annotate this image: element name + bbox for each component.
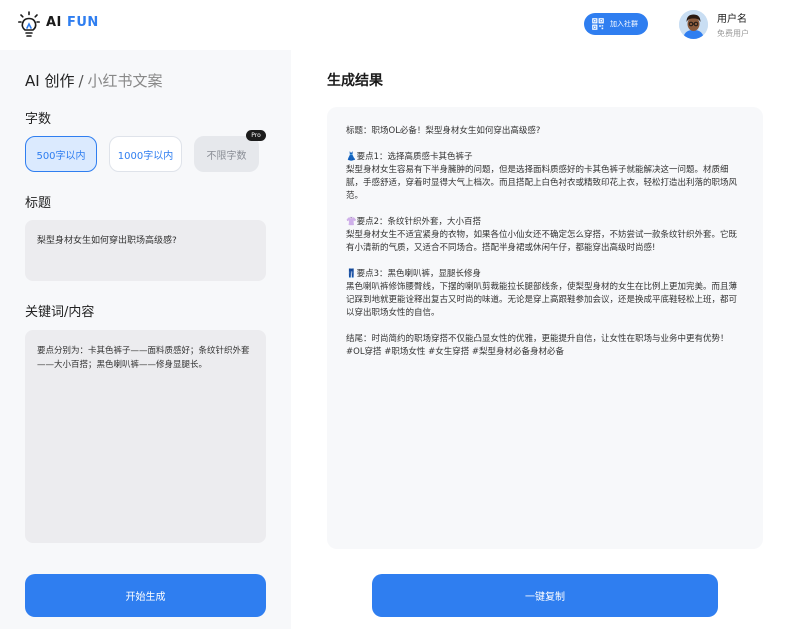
title-label: 标题 bbox=[25, 196, 52, 211]
word-count-500-option[interactable]: 500字以内 bbox=[25, 136, 97, 172]
breadcrumb-current: 小红书文案 bbox=[87, 72, 163, 90]
brand-logo[interactable]: AI FUN bbox=[46, 15, 99, 30]
result-paragraph: 结尾：时尚简约的职场穿搭不仅能凸显女性的优雅，更能提升自信，让女性在职场与业务中… bbox=[346, 334, 729, 357]
word-count-1000-option[interactable]: 1000字以内 bbox=[109, 136, 182, 172]
top-header: AI FUN 加入社群 用户名 免费用户 bbox=[0, 0, 801, 50]
result-heading: 生成结果 bbox=[327, 73, 383, 89]
result-content: 标题：职场OL必备！梨型身材女生如何穿出高级感? 👗要点1：选择高质感卡其色裤子… bbox=[327, 107, 763, 549]
user-avatar[interactable] bbox=[679, 10, 708, 39]
pro-badge: Pro bbox=[246, 130, 266, 141]
result-paragraph: 标题：职场OL必备！梨型身材女生如何穿出高级感? bbox=[346, 126, 541, 136]
result-paragraph: 👖要点3：黑色喇叭裤，显腿长修身 黑色喇叭裤修饰腰臀线，下摆的喇叭剪裁能拉长腿部… bbox=[346, 269, 738, 318]
avatar-illustration-icon bbox=[679, 10, 708, 39]
result-paragraph: 👚要点2：条纹针织外套，大小百搭 梨型身材女生不适宜紧身的衣物，如果各位小仙女还… bbox=[346, 217, 738, 253]
keyword-textarea[interactable]: 要点分别为：卡其色裤子——面料质感好；条纹针织外套——大小百搭；黑色喇叭裤——修… bbox=[25, 330, 266, 543]
join-community-button[interactable]: 加入社群 bbox=[584, 13, 648, 35]
user-role: 免费用户 bbox=[717, 29, 749, 38]
result-paragraph: 👗要点1：选择高质感卡其色裤子 梨型身材女生容易有下半身臃肿的问题，但是选择面料… bbox=[346, 152, 738, 201]
word-count-label: 字数 bbox=[25, 112, 52, 127]
join-community-label: 加入社群 bbox=[610, 20, 638, 28]
word-count-unlimited-option[interactable]: 不限字数 bbox=[194, 136, 259, 172]
breadcrumb-main: AI 创作 bbox=[25, 72, 75, 90]
user-name[interactable]: 用户名 bbox=[717, 10, 747, 25]
copy-all-button[interactable]: 一键复制 bbox=[372, 574, 718, 617]
start-generate-button[interactable]: 开始生成 bbox=[25, 574, 266, 617]
keyword-label: 关键词/内容 bbox=[25, 305, 95, 320]
left-panel: AI 创作 / 小红书文案 字数 500字以内 1000字以内 不限字数 Pro 标… bbox=[0, 50, 291, 629]
lightbulb-logo-icon bbox=[18, 11, 40, 37]
breadcrumb: AI 创作 / 小红书文案 bbox=[25, 70, 163, 91]
title-input[interactable]: 梨型身材女生如何穿出职场高级感? bbox=[25, 220, 266, 281]
qr-code-icon bbox=[592, 18, 604, 30]
brand-ai-text: AI bbox=[46, 15, 62, 30]
brand-fun-text: FUN bbox=[66, 15, 99, 30]
breadcrumb-separator: / bbox=[78, 72, 84, 90]
